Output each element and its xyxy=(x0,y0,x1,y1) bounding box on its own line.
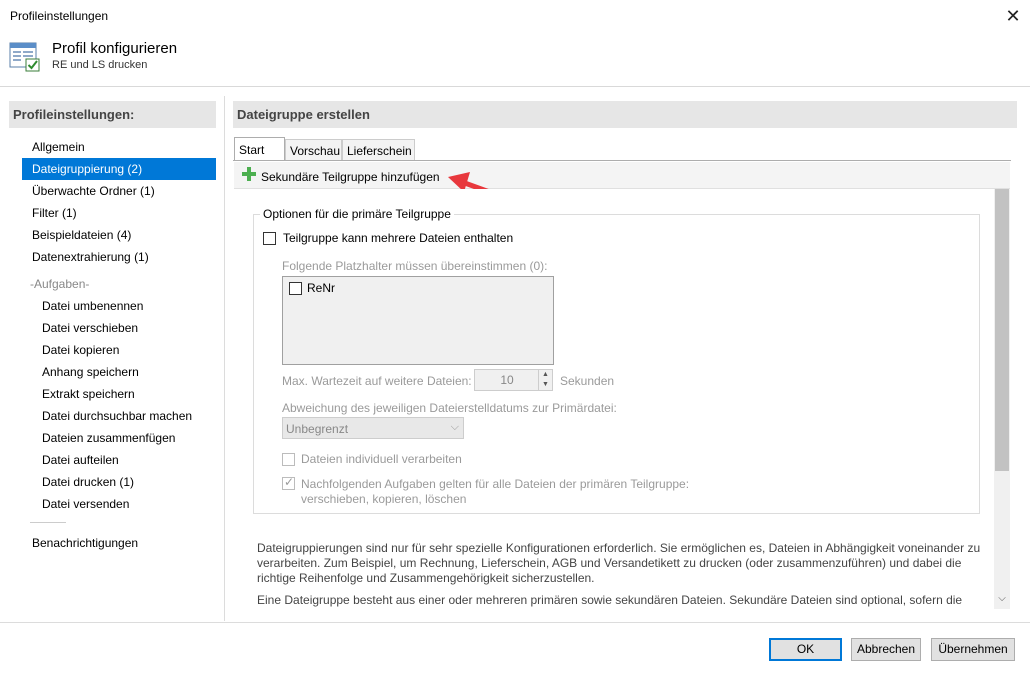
panel-splitter xyxy=(224,96,225,621)
following-tasks-line2: verschieben, kopieren, löschen xyxy=(301,492,467,506)
individual-checkbox[interactable] xyxy=(282,453,295,466)
nav-item-task[interactable]: Datei durchsuchbar machen xyxy=(32,405,216,427)
scrollbar-thumb[interactable] xyxy=(995,189,1009,471)
page-title: Profil konfigurieren xyxy=(52,40,178,57)
nav-item-task[interactable]: Extrakt speichern xyxy=(32,383,216,405)
nav-item-ueberwachte-ordner[interactable]: Überwachte Ordner (1) xyxy=(22,180,216,202)
nav-item-task[interactable]: Datei drucken (1) xyxy=(32,471,216,493)
max-wait-label: Max. Wartezeit auf weitere Dateien: xyxy=(282,374,472,388)
date-deviation-label: Abweichung des jeweiligen Dateierstellda… xyxy=(282,401,617,415)
tab-strip-border xyxy=(233,160,1011,161)
checkmark-icon: ✓ xyxy=(284,475,295,489)
following-tasks-line1: Nachfolgenden Aufgaben gelten für alle D… xyxy=(301,477,690,491)
nav-heading: Profileinstellungen: xyxy=(9,101,216,128)
nav-item-task[interactable]: Datei aufteilen xyxy=(32,449,216,471)
date-deviation-select[interactable]: Unbegrenzt ⌵ xyxy=(282,417,464,439)
tab-vorschau[interactable]: Vorschau xyxy=(285,139,342,160)
nav-item-filter[interactable]: Filter (1) xyxy=(22,202,216,224)
close-icon[interactable]: ✕ xyxy=(998,2,1028,30)
max-wait-stepper[interactable]: 10 ▲ ▼ xyxy=(474,369,553,391)
title-bar: Profileinstellungen ✕ xyxy=(0,0,1030,32)
tab-lieferschein[interactable]: Lieferschein xyxy=(342,139,415,160)
description-line: richtige Reihenfolge und Zusammengehörig… xyxy=(257,571,595,585)
description-line: verarbeiten. Zum Beispiel, um Rechnung, … xyxy=(257,556,962,570)
nav-item-task[interactable]: Datei versenden xyxy=(32,493,216,515)
ok-button[interactable]: OK xyxy=(769,638,842,661)
placeholder-label: ReNr xyxy=(307,281,336,295)
page-subtitle: RE und LS drucken xyxy=(52,59,148,71)
nav-item-dateigruppierung[interactable]: Dateigruppierung (2) xyxy=(22,158,216,180)
nav-divider xyxy=(30,522,66,523)
multi-files-checkbox[interactable] xyxy=(263,232,276,245)
chevron-up-icon[interactable]: ▲ xyxy=(539,370,552,380)
nav-item-benachrichtigungen[interactable]: Benachrichtigungen xyxy=(22,532,216,554)
nav-item-beispieldateien[interactable]: Beispieldateien (4) xyxy=(22,224,216,246)
cancel-button[interactable]: Abbrechen xyxy=(851,638,921,661)
max-wait-value: 10 xyxy=(500,373,514,387)
apply-button[interactable]: Übernehmen xyxy=(931,638,1015,661)
plus-icon[interactable] xyxy=(242,167,256,181)
nav-item-datenextrahierung[interactable]: Datenextrahierung (1) xyxy=(22,246,216,268)
description-line: Eine Dateigruppe besteht aus einer oder … xyxy=(257,593,963,607)
nav-item-task[interactable]: Datei umbenennen xyxy=(32,295,216,317)
placeholder-checkbox[interactable] xyxy=(289,282,302,295)
nav-item-task[interactable]: Dateien zusammenfügen xyxy=(32,427,216,449)
nav-item-task[interactable]: Datei verschieben xyxy=(32,317,216,339)
following-tasks-checkbox[interactable]: ✓ xyxy=(282,475,295,490)
chevron-down-icon[interactable]: ⌵ xyxy=(996,593,1008,605)
max-wait-unit: Sekunden xyxy=(560,374,615,388)
window-title: Profileinstellungen xyxy=(10,9,109,23)
nav-item-task[interactable]: Datei kopieren xyxy=(32,339,216,361)
tab-start[interactable]: Start xyxy=(234,137,285,160)
footer-divider xyxy=(0,622,1030,623)
placeholder-list[interactable]: ReNr xyxy=(282,276,554,365)
chevron-down-icon: ⌵ xyxy=(450,421,459,433)
panel-heading: Dateigruppe erstellen xyxy=(233,101,1017,128)
primary-group-title: Optionen für die primäre Teilgruppe xyxy=(260,207,454,221)
nav-item-task[interactable]: Anhang speichern xyxy=(32,361,216,383)
chevron-down-icon[interactable]: ▼ xyxy=(539,380,552,390)
date-deviation-value: Unbegrenzt xyxy=(286,422,349,436)
multi-files-label: Teilgruppe kann mehrere Dateien enthalte… xyxy=(283,231,514,245)
add-secondary-group-link[interactable]: Sekundäre Teilgruppe hinzufügen xyxy=(261,170,440,184)
header-divider xyxy=(0,86,1030,87)
description-line: Dateigruppierungen sind nur für sehr spe… xyxy=(257,541,981,555)
profile-window-icon xyxy=(9,40,41,72)
individual-label: Dateien individuell verarbeiten xyxy=(301,452,462,466)
content-scrollbar[interactable]: ⌵ xyxy=(994,189,1010,609)
nav-group-aufgaben: -Aufgaben- xyxy=(30,277,90,291)
placeholders-label: Folgende Platzhalter müssen übereinstimm… xyxy=(282,259,548,273)
nav-item-allgemein[interactable]: Allgemein xyxy=(22,136,216,158)
add-secondary-bar: Sekundäre Teilgruppe hinzufügen xyxy=(234,162,1010,189)
